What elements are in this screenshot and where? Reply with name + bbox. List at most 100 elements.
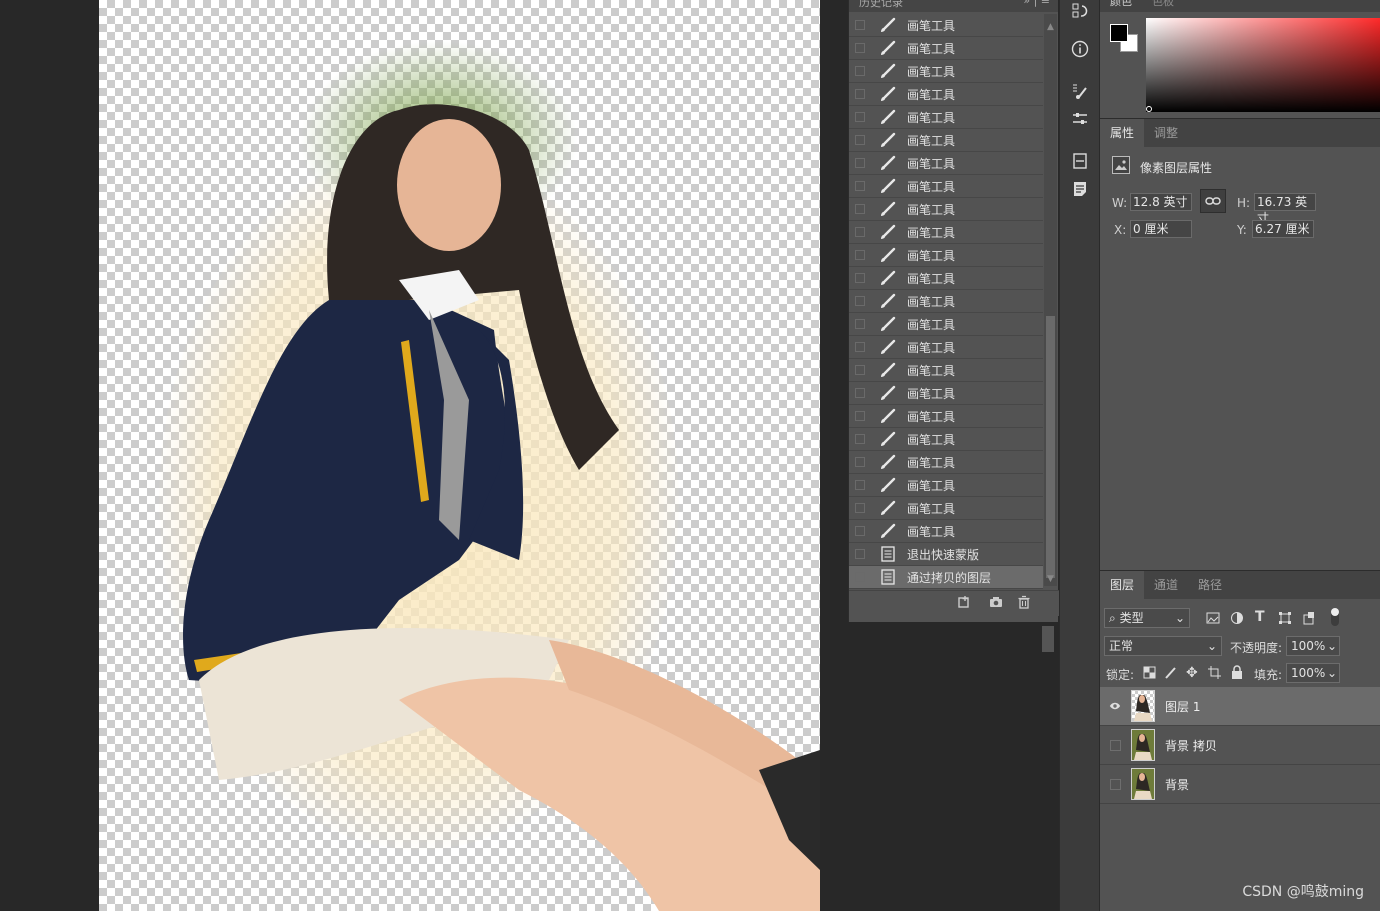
tab-channels[interactable]: 通道 (1144, 571, 1188, 599)
history-snapshot-checkbox[interactable] (855, 365, 865, 375)
history-item[interactable]: 画笔工具 (849, 129, 1043, 152)
history-item[interactable]: 画笔工具 (849, 405, 1043, 428)
color-picker-field[interactable] (1146, 18, 1380, 112)
visibility-toggle[interactable] (1109, 778, 1121, 790)
history-title[interactable]: 历史记录 (859, 0, 903, 10)
notes-icon[interactable] (1068, 178, 1092, 200)
panel-menu-icon[interactable]: » | ≡ (1023, 0, 1050, 7)
history-snapshot-checkbox[interactable] (855, 250, 865, 260)
history-snapshot-checkbox[interactable] (855, 296, 865, 306)
history-snapshot-checkbox[interactable] (855, 319, 865, 329)
history-item[interactable]: 画笔工具 (849, 37, 1043, 60)
lock-image-pixels-icon[interactable] (1164, 666, 1177, 682)
scroll-down-icon[interactable]: ▼ (1047, 574, 1054, 584)
blend-mode-select[interactable]: 正常 ⌄ (1104, 636, 1222, 656)
filter-shape-icon[interactable] (1278, 611, 1292, 628)
history-item[interactable]: 画笔工具 (849, 313, 1043, 336)
history-item[interactable]: 画笔工具 (849, 428, 1043, 451)
history-snapshot-checkbox[interactable] (855, 411, 865, 421)
workspace[interactable] (0, 0, 848, 911)
history-snapshot-checkbox[interactable] (855, 388, 865, 398)
adjustments-sliders-icon[interactable] (1068, 108, 1092, 130)
document-canvas[interactable] (99, 0, 820, 911)
lock-artboard-icon[interactable] (1208, 666, 1221, 682)
camera-icon[interactable] (989, 595, 1003, 612)
gap-scroll-thumb[interactable] (1042, 626, 1054, 652)
history-item[interactable]: 画笔工具 (849, 267, 1043, 290)
tab-layers[interactable]: 图层 (1100, 571, 1145, 599)
character-panel-icon[interactable] (1068, 150, 1092, 172)
eye-icon[interactable] (1109, 700, 1121, 712)
history-snapshot-checkbox[interactable] (855, 204, 865, 214)
history-snapshot-checkbox[interactable] (855, 66, 865, 76)
history-item[interactable]: 画笔工具 (849, 152, 1043, 175)
brush-settings-icon[interactable] (1068, 80, 1092, 102)
filter-adjustment-icon[interactable] (1230, 611, 1244, 628)
scroll-up-icon[interactable]: ▲ (1047, 22, 1054, 32)
lock-transparent-pixels-icon[interactable] (1143, 666, 1156, 682)
filter-toggle-switch[interactable] (1331, 608, 1339, 626)
history-snapshot-checkbox[interactable] (855, 273, 865, 283)
info-icon[interactable] (1068, 38, 1092, 60)
chevron-down-icon[interactable]: ⌄ (1327, 637, 1337, 655)
history-snapshot-checkbox[interactable] (855, 434, 865, 444)
history-snapshot-checkbox[interactable] (855, 227, 865, 237)
tab-color[interactable]: 颜色 (1110, 0, 1132, 9)
trash-icon[interactable] (1017, 595, 1031, 612)
layer-filter-select[interactable]: ⌕ 类型 ⌄ (1104, 608, 1190, 628)
history-item[interactable]: 画笔工具 (849, 474, 1043, 497)
history-item[interactable]: 画笔工具 (849, 198, 1043, 221)
history-item[interactable]: 画笔工具 (849, 290, 1043, 313)
history-snapshot-checkbox[interactable] (855, 43, 865, 53)
visibility-toggle[interactable] (1109, 739, 1121, 751)
history-item[interactable]: 画笔工具 (849, 14, 1043, 37)
height-field[interactable]: 16.73 英寸 (1254, 193, 1316, 225)
width-field[interactable]: 12.8 英寸 (1130, 193, 1192, 211)
history-item[interactable]: 画笔工具 (849, 60, 1043, 83)
history-item[interactable]: 画笔工具 (849, 221, 1043, 244)
history-snapshot-checkbox[interactable] (855, 572, 865, 582)
history-snapshot-checkbox[interactable] (855, 480, 865, 490)
layer-row[interactable]: 背景 (1100, 765, 1380, 804)
history-scrollbar[interactable]: ▲ ▼ (1044, 14, 1057, 586)
history-snapshot-checkbox[interactable] (855, 549, 865, 559)
tab-properties[interactable]: 属性 (1100, 119, 1145, 147)
filter-pixel-icon[interactable] (1206, 611, 1220, 628)
tab-swatches[interactable]: 色板 (1152, 0, 1174, 9)
history-snapshot-checkbox[interactable] (855, 135, 865, 145)
history-item[interactable]: 画笔工具 (849, 336, 1043, 359)
history-snapshot-checkbox[interactable] (855, 158, 865, 168)
history-item[interactable]: 画笔工具 (849, 83, 1043, 106)
foreground-color-swatch[interactable] (1110, 24, 1128, 42)
history-item[interactable]: 通过拷贝的图层 (849, 566, 1043, 589)
history-snapshot-checkbox[interactable] (855, 89, 865, 99)
history-item[interactable]: 退出快速蒙版 (849, 543, 1043, 566)
filter-smart-object-icon[interactable] (1302, 611, 1316, 628)
layer-row[interactable]: 背景 拷贝 (1100, 726, 1380, 765)
y-field[interactable]: 6.27 厘米 (1252, 220, 1314, 238)
tab-paths[interactable]: 路径 (1188, 571, 1232, 599)
filter-type-icon[interactable]: T (1255, 609, 1265, 625)
history-snapshot-checkbox[interactable] (855, 342, 865, 352)
history-snapshot-checkbox[interactable] (855, 112, 865, 122)
chevron-down-icon[interactable]: ⌄ (1327, 664, 1337, 682)
opacity-field[interactable]: 100% ⌄ (1286, 636, 1340, 656)
link-dimensions-button[interactable] (1200, 189, 1226, 213)
history-snapshot-checkbox[interactable] (855, 526, 865, 536)
history-snapshot-checkbox[interactable] (855, 181, 865, 191)
scroll-thumb[interactable] (1046, 316, 1055, 578)
history-item[interactable]: 画笔工具 (849, 382, 1043, 405)
new-document-from-state-icon[interactable] (957, 595, 971, 612)
fill-field[interactable]: 100% ⌄ (1286, 663, 1340, 683)
history-item[interactable]: 画笔工具 (849, 359, 1043, 382)
history-item[interactable]: 画笔工具 (849, 497, 1043, 520)
history-item[interactable]: 画笔工具 (849, 244, 1043, 267)
history-snapshot-checkbox[interactable] (855, 457, 865, 467)
tab-adjustments[interactable]: 调整 (1144, 119, 1188, 147)
lock-position-icon[interactable]: ✥ (1186, 665, 1198, 681)
history-item[interactable]: 画笔工具 (849, 106, 1043, 129)
history-panel-icon[interactable] (1068, 0, 1092, 22)
history-item[interactable]: 画笔工具 (849, 175, 1043, 198)
history-snapshot-checkbox[interactable] (855, 20, 865, 30)
history-snapshot-checkbox[interactable] (855, 503, 865, 513)
